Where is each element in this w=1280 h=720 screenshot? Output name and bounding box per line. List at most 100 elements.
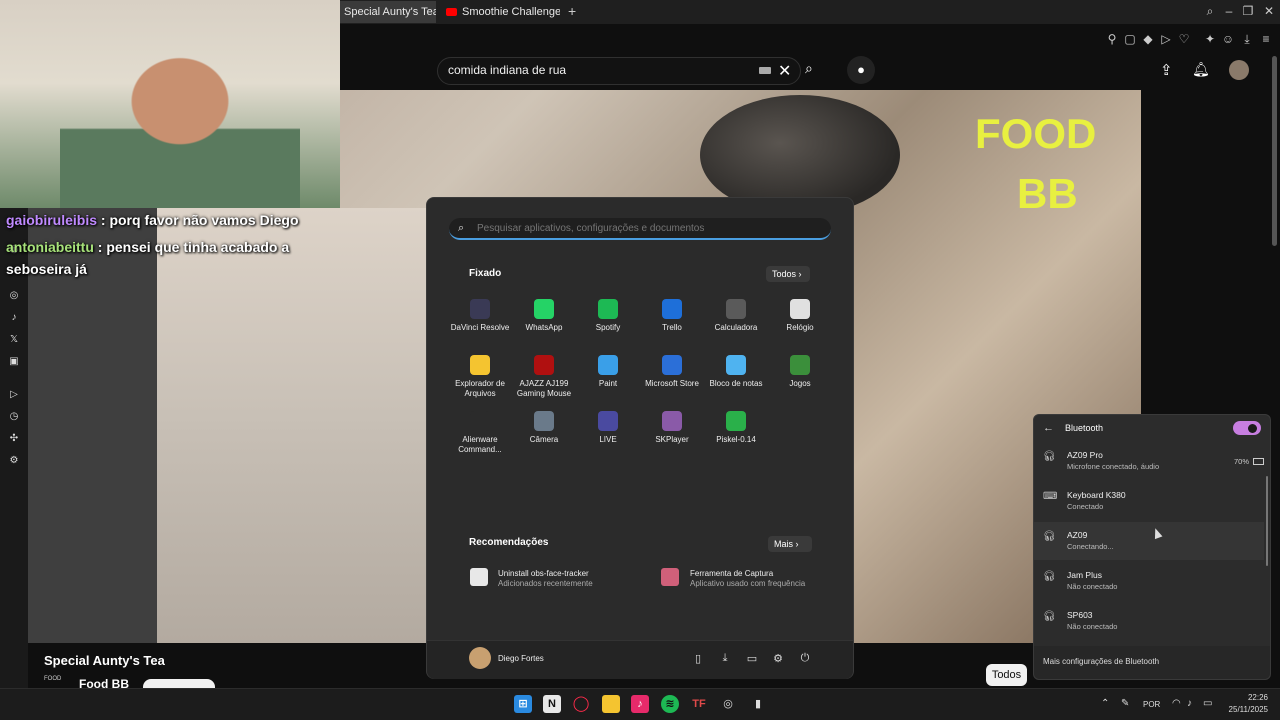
pinned-app[interactable]: Calculadora (704, 299, 768, 333)
all-apps-button[interactable]: Todos › (766, 266, 810, 282)
minimize-icon[interactable]: – (1222, 4, 1236, 18)
chevron-up-icon[interactable]: ⌃ (1101, 698, 1109, 709)
headphones-icon: 🎧︎ (1043, 531, 1056, 542)
back-arrow-icon[interactable]: ← (1043, 422, 1054, 434)
app-icon (726, 299, 746, 319)
pinned-app[interactable]: Trello (640, 299, 704, 333)
heart-icon[interactable]: ♡ (1177, 32, 1191, 46)
app-icon (470, 411, 490, 431)
chat-message: gaiobiruleibis : porq favor não vamos Di… (6, 212, 299, 228)
puzzle-icon: ✣ (9, 433, 19, 444)
recommendations-heading: Recomendações (469, 537, 549, 548)
app-label: Microsoft Store (645, 379, 699, 388)
app-icon (534, 355, 554, 375)
pinned-app[interactable]: Spotify (576, 299, 640, 333)
tab-special-auntys-tea[interactable]: Special Aunty's Tea - You (340, 1, 436, 23)
app-label: Paint (598, 379, 618, 388)
tab-smoothie-challenge[interactable]: Smoothie Challenge! - De (444, 1, 560, 23)
screenshot-icon[interactable]: ▢ (1123, 32, 1137, 46)
app-icon (534, 411, 554, 431)
tiktok-icon[interactable]: ♪ (631, 695, 649, 713)
pen-icon[interactable]: ✎ (1121, 698, 1129, 709)
chat-username: antoniabeittu (6, 239, 94, 255)
upload-icon[interactable]: ⇪ (1160, 61, 1173, 79)
bell-icon[interactable]: 🔔︎ (1192, 61, 1210, 78)
clock-date[interactable]: 25/11/2025 (1212, 705, 1268, 714)
chat-text: : pensei que tinha acabado a (93, 239, 290, 255)
settings-icon[interactable]: ⚙ (771, 652, 785, 665)
more-button[interactable]: Mais › (768, 536, 812, 552)
keyboard-icon[interactable] (759, 67, 771, 74)
download-icon[interactable]: ⤓ (1240, 32, 1254, 46)
page-scrollbar[interactable] (1272, 56, 1277, 246)
pinned-app[interactable]: Bloco de notas (704, 355, 768, 389)
language-indicator[interactable]: POR (1143, 700, 1160, 709)
menu-icon[interactable]: ≡ (1259, 32, 1273, 46)
search-button[interactable]: ⌕ (805, 60, 813, 77)
instagram-icon: ◎ (9, 290, 19, 301)
app-icon (662, 411, 682, 431)
notion-icon[interactable]: N (543, 695, 561, 713)
app-label: DaVinci Resolve (450, 323, 510, 332)
documents-icon[interactable]: ▯ (691, 652, 705, 665)
pinned-app[interactable]: Paint (576, 355, 640, 389)
clear-search-icon[interactable]: ✕ (778, 61, 791, 81)
pinned-app[interactable]: AJAZZ AJ199 Gaming Mouse (512, 355, 576, 399)
streamer-image (60, 30, 300, 208)
filter-chip-all[interactable]: Todos (986, 664, 1027, 686)
close-icon[interactable]: ✕ (1262, 4, 1276, 18)
more-bluetooth-settings-link[interactable]: Mais configurações de Bluetooth (1043, 657, 1159, 666)
video-overlay-subtitle: BB (1017, 170, 1078, 217)
obs-icon[interactable]: ◎ (719, 695, 737, 713)
tf-app-icon[interactable]: TF (690, 695, 708, 713)
power-icon[interactable]: ⏻ (798, 652, 812, 665)
profile-icon[interactable]: ☺ (1221, 32, 1235, 46)
volume-icon[interactable]: ♪ (1187, 698, 1192, 709)
avatar[interactable] (1229, 60, 1249, 80)
user-name[interactable]: Diego Fortes (498, 654, 544, 663)
pinned-app[interactable]: SKPlayer (640, 411, 704, 445)
clock-time[interactable]: 22:26 (1226, 693, 1268, 702)
start-search-input[interactable] (477, 223, 817, 234)
file-explorer-icon[interactable] (602, 695, 620, 713)
windows-start-icon[interactable]: ⊞ (514, 695, 532, 713)
app-label: AJAZZ AJ199 Gaming Mouse (516, 379, 572, 398)
avatar[interactable] (469, 647, 491, 669)
pin-icon[interactable]: ⚲ (1105, 32, 1119, 46)
app-label: Explorador de Arquivos (455, 379, 505, 398)
bluetooth-device-status: Não conectado (1067, 622, 1118, 631)
new-tab-button[interactable]: + (568, 3, 576, 19)
mic-icon[interactable]: ● (847, 56, 875, 84)
recommendation-title[interactable]: Uninstall obs-face-tracker (498, 569, 589, 578)
app-icon (598, 299, 618, 319)
search-icon[interactable]: ⌕ (1203, 4, 1217, 18)
pinned-app[interactable]: LIVE (576, 411, 640, 445)
chat-message: antoniabeittu : pensei que tinha acabado… (6, 239, 289, 255)
pinned-app[interactable]: Jogos (768, 355, 832, 389)
videos-icon[interactable]: ▭ (745, 652, 759, 665)
mouse-app-icon[interactable]: ▮ (749, 695, 767, 713)
opera-icon[interactable]: ◯ (572, 695, 590, 713)
shield-icon[interactable]: ◆ (1141, 32, 1155, 46)
chat-username: gaiobiruleibis (6, 212, 98, 228)
spotify-icon[interactable]: ≋ (661, 695, 679, 713)
pinned-app[interactable]: Microsoft Store (640, 355, 704, 389)
app-label: Alienware Command... (458, 435, 502, 454)
pinned-app[interactable]: Câmera (512, 411, 576, 445)
bluetooth-scrollbar[interactable] (1266, 476, 1268, 566)
recommendation-title[interactable]: Ferramenta de Captura (690, 569, 773, 578)
pinned-app[interactable]: DaVinci Resolve (448, 299, 512, 333)
wifi-icon[interactable]: ◠ (1172, 698, 1181, 709)
pinned-app[interactable]: Relógio (768, 299, 832, 333)
recommendation-subtitle: Aplicativo usado com frequência (690, 579, 806, 588)
video-overlay-title: FOOD (975, 110, 1097, 157)
pinned-app[interactable]: WhatsApp (512, 299, 576, 333)
pinned-app[interactable]: Piskel-0.14 (704, 411, 768, 445)
extensions-icon[interactable]: ✦ (1203, 32, 1217, 46)
downloads-icon[interactable]: ⤓ (718, 652, 732, 665)
bluetooth-device-status: Conectando... (1067, 542, 1114, 551)
pinned-app[interactable]: Alienware Command... (448, 411, 512, 455)
pinned-app[interactable]: Explorador de Arquivos (448, 355, 512, 399)
maximize-icon[interactable]: ❐ (1241, 4, 1255, 18)
play-icon[interactable]: ▷ (1159, 32, 1173, 46)
